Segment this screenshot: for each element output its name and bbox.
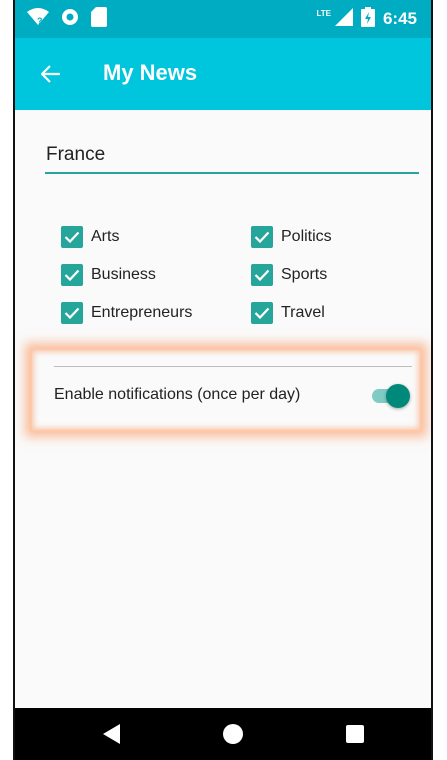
wifi-icon: ? bbox=[27, 7, 49, 31]
checkbox-label: Travel bbox=[281, 304, 325, 321]
checkbox-arts[interactable]: Arts bbox=[61, 226, 119, 248]
divider bbox=[54, 366, 412, 367]
checkbox-checked-icon bbox=[251, 302, 273, 324]
notification-toggle[interactable] bbox=[370, 384, 410, 408]
checkbox-checked-icon bbox=[251, 226, 273, 248]
back-triangle-icon[interactable] bbox=[99, 721, 125, 747]
circle-notification-icon bbox=[61, 8, 79, 31]
system-nav-bar bbox=[15, 708, 431, 760]
checkbox-checked-icon bbox=[61, 302, 83, 324]
checkbox-checked-icon bbox=[61, 226, 83, 248]
phone-screen: ? LTE 6:45 My News France Arts Politics … bbox=[13, 0, 433, 760]
arrow-left-icon[interactable] bbox=[35, 58, 67, 90]
toggle-thumb bbox=[386, 384, 410, 408]
checkbox-business[interactable]: Business bbox=[61, 264, 156, 286]
status-bar: ? LTE 6:45 bbox=[15, 0, 431, 38]
checkbox-entrepreneurs[interactable]: Entrepreneurs bbox=[61, 302, 192, 324]
app-bar: My News bbox=[15, 38, 431, 110]
recents-square-icon[interactable] bbox=[342, 721, 368, 747]
svg-text:?: ? bbox=[37, 16, 43, 26]
checkbox-checked-icon bbox=[251, 264, 273, 286]
sd-card-icon bbox=[91, 6, 107, 32]
clock: 6:45 bbox=[382, 9, 417, 28]
checkbox-sports[interactable]: Sports bbox=[251, 264, 327, 286]
checkbox-label: Business bbox=[91, 266, 156, 283]
battery-icon bbox=[360, 6, 375, 32]
checkbox-travel[interactable]: Travel bbox=[251, 302, 325, 324]
notification-label: Enable notifications (once per day) bbox=[54, 386, 301, 403]
network-type: LTE bbox=[316, 8, 331, 18]
checkbox-label: Entrepreneurs bbox=[91, 304, 193, 321]
country-input[interactable]: France bbox=[45, 140, 419, 174]
home-circle-icon[interactable] bbox=[220, 721, 246, 747]
notification-setting-highlight: Enable notifications (once per day) bbox=[30, 348, 422, 432]
checkbox-label: Arts bbox=[91, 228, 120, 245]
signal-icon bbox=[334, 7, 353, 31]
checkbox-label: Sports bbox=[281, 266, 328, 283]
page-title: My News bbox=[103, 60, 198, 85]
checkbox-politics[interactable]: Politics bbox=[251, 226, 332, 248]
checkbox-label: Politics bbox=[281, 228, 332, 245]
checkbox-checked-icon bbox=[61, 264, 83, 286]
